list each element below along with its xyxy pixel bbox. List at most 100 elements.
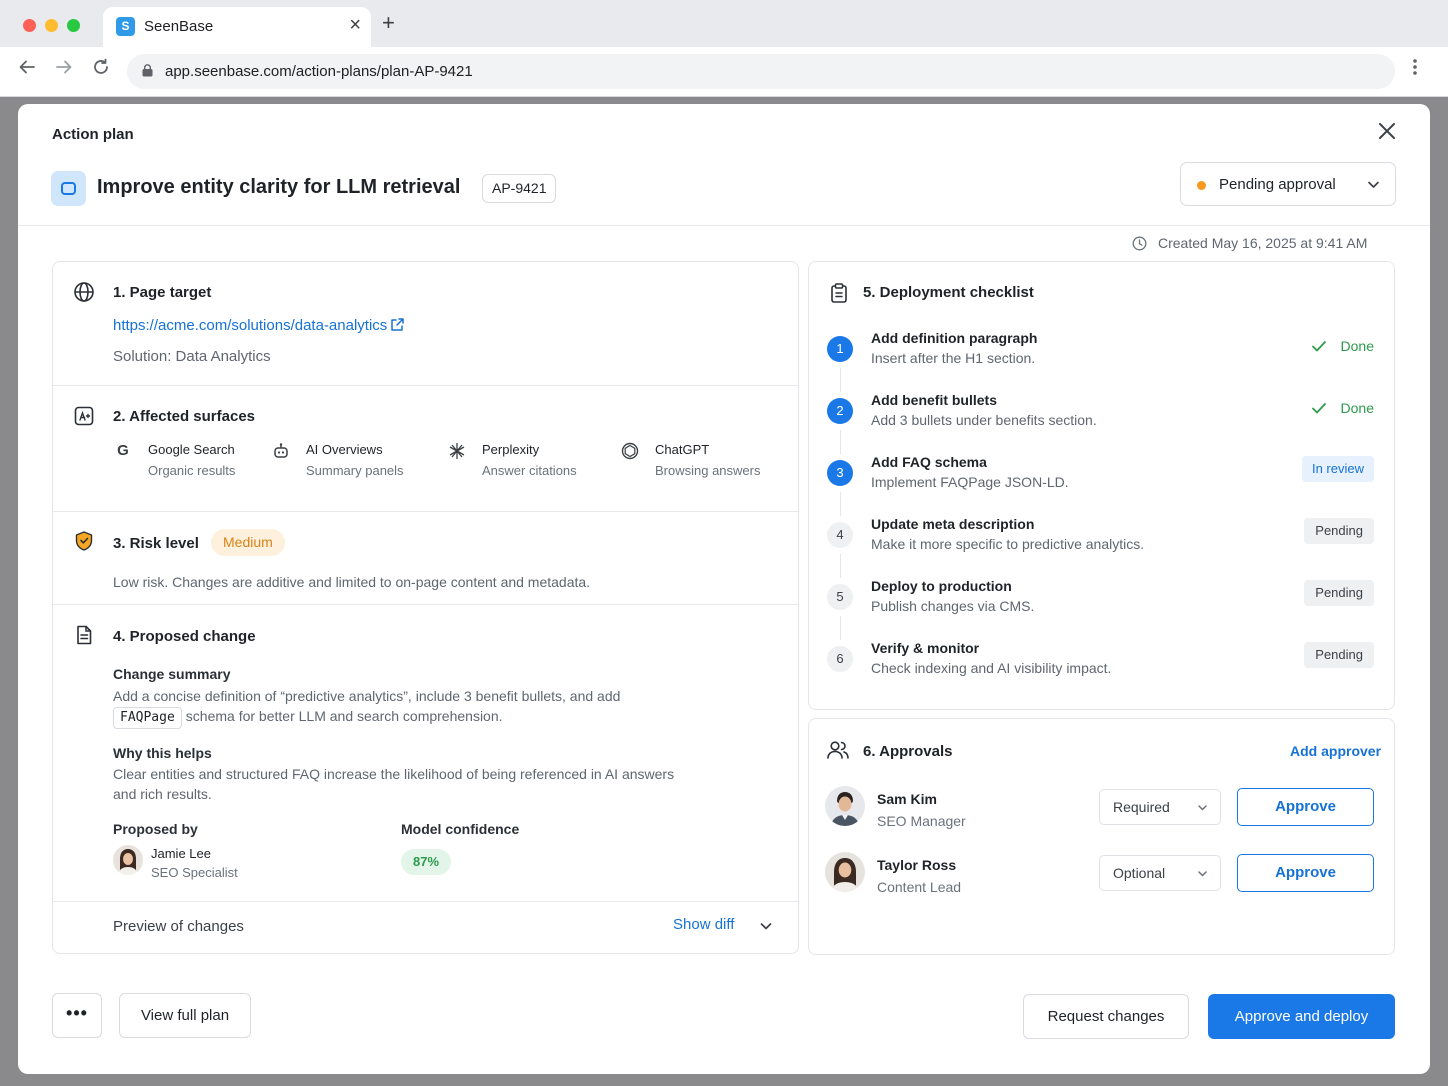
status-pending-badge: Pending (1304, 580, 1374, 606)
proposer-role: SEO Specialist (151, 865, 238, 880)
perplexity-icon (449, 443, 465, 459)
chevron-down-icon (1198, 871, 1207, 877)
approver-row: Taylor Ross Content Lead Optional Approv… (809, 852, 1394, 905)
status-text: Pending approval (1219, 176, 1336, 193)
why-text: Clear entities and structured FAQ increa… (113, 766, 675, 802)
preview-label: Preview of changes (113, 918, 244, 935)
faqpage-code: FAQPage (113, 707, 182, 729)
step-title: Update meta description (871, 516, 1035, 532)
more-options-button[interactable]: ••• (52, 993, 102, 1038)
change-summary-heading: Change summary (113, 666, 231, 682)
avatar (825, 786, 865, 826)
document-icon (77, 625, 92, 645)
page-target-url: https://acme.com/solutions/data-analytic… (113, 317, 388, 334)
risk-description: Low risk. Changes are additive and limit… (113, 574, 591, 590)
plan-icon (51, 171, 86, 206)
page-target-link[interactable]: https://acme.com/solutions/data-analytic… (113, 317, 405, 334)
step-number: 5 (827, 584, 853, 610)
summary-line-2: schema for better LLM and search compreh… (185, 708, 503, 724)
surface-name: Perplexity (482, 442, 540, 457)
reload-icon[interactable] (92, 58, 110, 82)
section-title: 2. Affected surfaces (113, 408, 256, 425)
google-icon: G (117, 442, 129, 459)
checklist-step: 3 Add FAQ schema Implement FAQPage JSON-… (809, 454, 1394, 516)
back-arrow-icon[interactable] (18, 58, 36, 82)
approver-row: Sam Kim SEO Manager Required Approve (809, 786, 1394, 839)
surface-name: Google Search (148, 442, 235, 457)
step-desc: Check indexing and AI visibility impact. (871, 660, 1112, 676)
clipboard-icon (831, 283, 847, 303)
request-changes-button[interactable]: Request changes (1023, 994, 1189, 1039)
step-title: Add benefit bullets (871, 392, 997, 408)
surface-sub: Browsing answers (655, 463, 761, 478)
action-plan-modal: Action plan Improve entity clarity for L… (18, 104, 1430, 1074)
users-icon (827, 741, 849, 759)
url-text: app.seenbase.com/action-plans/plan-AP-94… (165, 63, 473, 80)
window-close-button[interactable] (23, 19, 36, 32)
created-text: Created May 16, 2025 at 9:41 AM (1158, 235, 1368, 251)
summary-line-1: Add a concise definition of “predictive … (113, 688, 621, 704)
change-summary-text: Add a concise definition of “predictive … (113, 686, 713, 729)
chevron-down-icon (1368, 181, 1379, 188)
status-done: Done (1311, 338, 1374, 354)
surface-name: ChatGPT (655, 442, 710, 457)
show-diff-link[interactable]: Show diff (673, 916, 734, 933)
checklist-step: 2 Add benefit bullets Add 3 bullets unde… (809, 392, 1394, 454)
browser-menu-icon[interactable] (1412, 58, 1418, 82)
step-number: 2 (827, 398, 853, 424)
section-title: 1. Page target (113, 284, 212, 301)
avatar (113, 845, 143, 875)
chatgpt-icon (621, 442, 639, 460)
chevron-down-icon (1198, 805, 1207, 811)
status-in-review-badge: In review (1301, 456, 1374, 482)
requirement-dropdown[interactable]: Required (1099, 789, 1221, 825)
surface-name: AI Overviews (306, 442, 383, 457)
view-full-plan-button[interactable]: View full plan (119, 993, 251, 1038)
tab-title: SeenBase (144, 18, 214, 35)
requirement-dropdown[interactable]: Optional (1099, 855, 1221, 891)
approve-button[interactable]: Approve (1237, 854, 1374, 892)
window-minimize-button[interactable] (45, 19, 58, 32)
confidence-label: Model confidence (401, 821, 520, 837)
close-icon[interactable] (1376, 120, 1398, 142)
requirement-value: Required (1113, 799, 1170, 815)
section-title: 6. Approvals (863, 743, 953, 760)
status-dropdown[interactable]: Pending approval (1180, 162, 1396, 206)
tab-strip: S SeenBase × + (0, 0, 1448, 47)
new-tab-icon[interactable]: + (382, 12, 395, 34)
approver-role: SEO Manager (877, 813, 966, 829)
checklist-step: 5 Deploy to production Publish changes v… (809, 578, 1394, 640)
status-pending-badge: Pending (1304, 642, 1374, 668)
tab-close-icon[interactable]: × (349, 15, 361, 35)
approve-and-deploy-button[interactable]: Approve and deploy (1208, 994, 1395, 1039)
browser-chrome: S SeenBase × + app.seenbase.com/action-p… (0, 0, 1448, 97)
confidence-badge: 87% (401, 849, 452, 875)
why-heading: Why this helps (113, 745, 212, 761)
approver-role: Content Lead (877, 879, 962, 895)
step-title: Add FAQ schema (871, 454, 987, 470)
step-desc: Add 3 bullets under benefits section. (871, 412, 1097, 428)
window-maximize-button[interactable] (67, 19, 80, 32)
surface-sub: Summary panels (306, 463, 404, 478)
address-bar[interactable]: app.seenbase.com/action-plans/plan-AP-94… (127, 54, 1395, 89)
step-desc: Implement FAQPage JSON-LD. (871, 474, 1069, 490)
step-title: Verify & monitor (871, 640, 980, 656)
checklist-step: 1 Add definition paragraph Insert after … (809, 330, 1394, 392)
step-number: 4 (827, 522, 853, 548)
check-icon (1311, 341, 1326, 352)
risk-badge: Medium (211, 529, 285, 556)
chevron-down-icon[interactable] (759, 919, 773, 933)
proposed-change-section: 4. Proposed change Change summary Add a … (53, 605, 798, 902)
step-desc: Publish changes via CMS. (871, 598, 1035, 614)
step-desc: Insert after the H1 section. (871, 350, 1036, 366)
step-number: 1 (827, 336, 853, 362)
browser-tab[interactable]: S SeenBase × (103, 7, 371, 47)
risk-level-section: 3. Risk level Medium Low risk. Changes a… (53, 512, 798, 605)
avatar (825, 852, 865, 892)
add-approver-link[interactable]: Add approver (1290, 743, 1381, 759)
approver-name: Sam Kim (877, 791, 937, 807)
clock-icon (1132, 236, 1147, 251)
approve-button[interactable]: Approve (1237, 788, 1374, 826)
forward-arrow-icon[interactable] (55, 58, 73, 82)
section-title: 3. Risk level (113, 535, 199, 552)
